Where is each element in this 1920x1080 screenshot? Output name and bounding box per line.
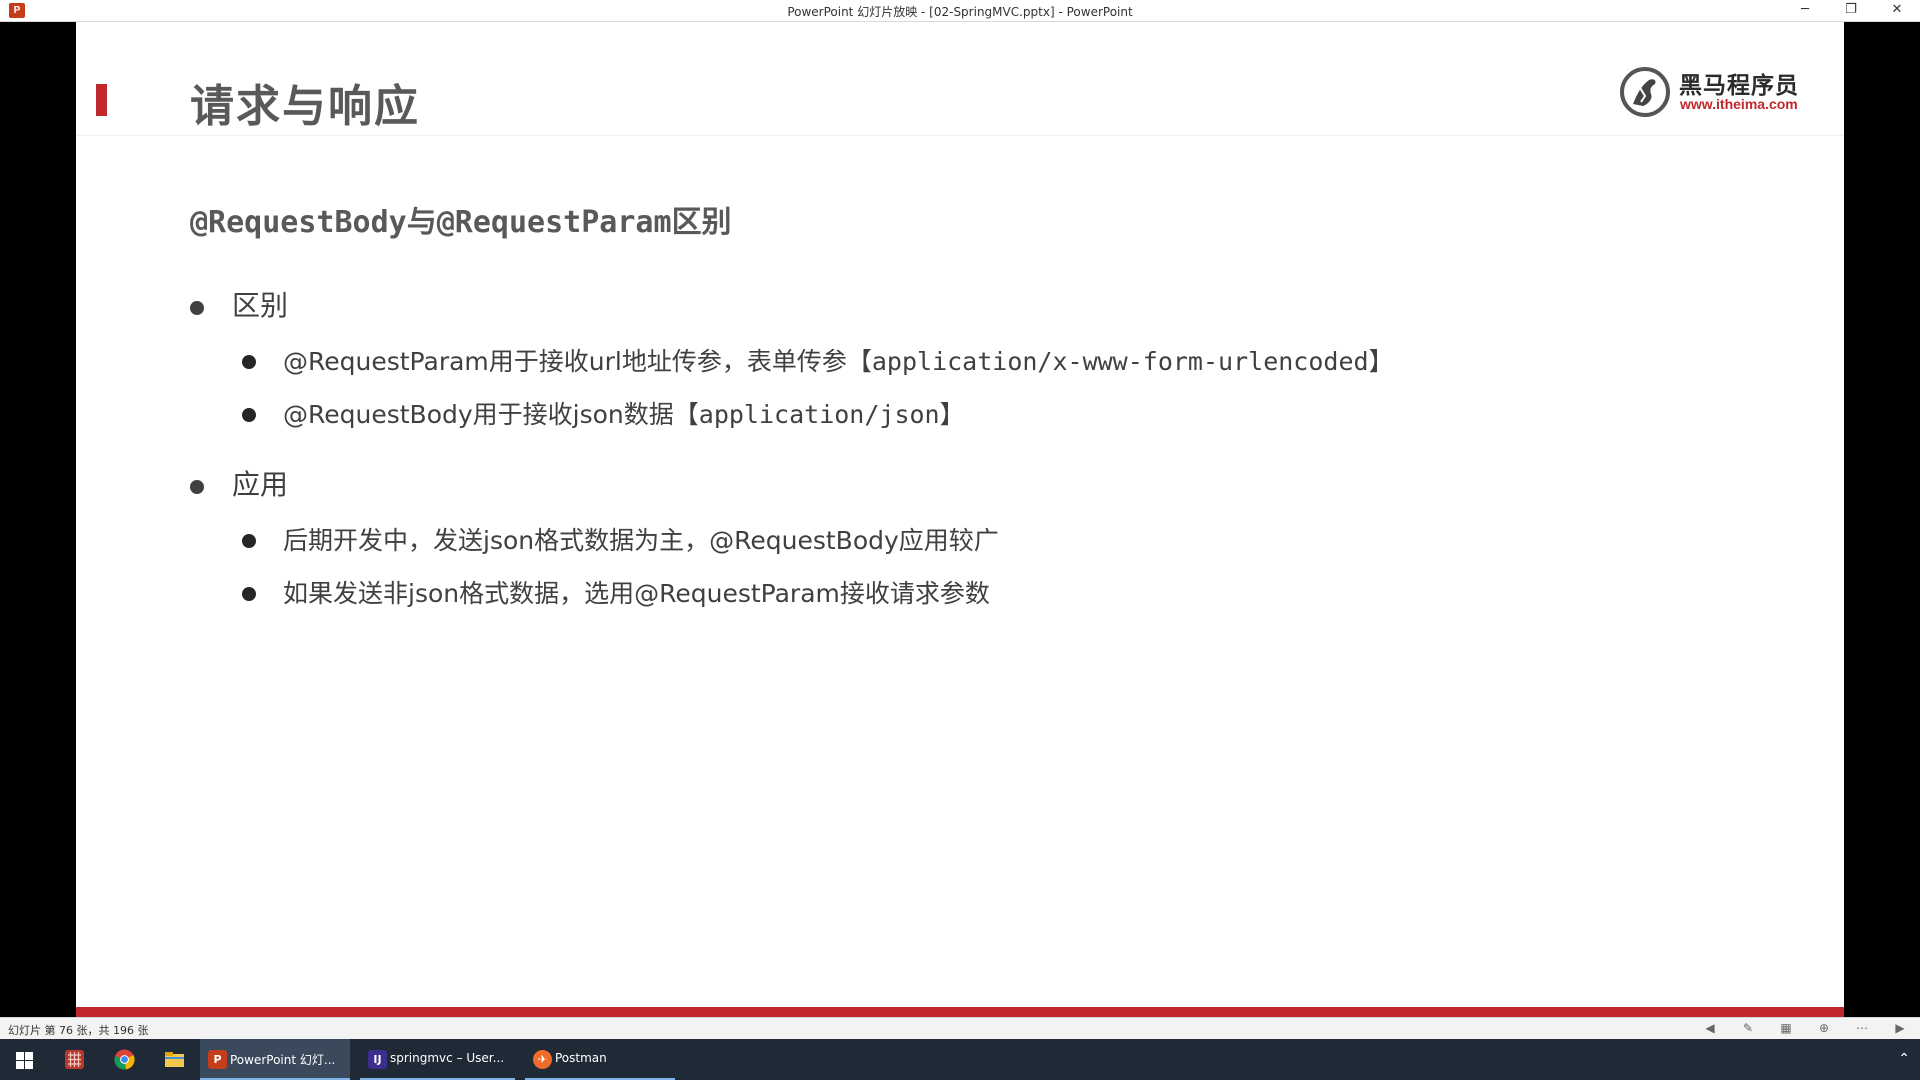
- bullet-text: @RequestParam用于接收url地址传参，表单传参【: [283, 347, 872, 376]
- logo-url: www.itheima.com: [1680, 96, 1798, 112]
- bullet-heading-application: 应用: [190, 456, 1790, 514]
- slide-subtitle: @RequestBody与@RequestParam区别: [190, 197, 732, 241]
- logo-name: 黑马程序员: [1679, 73, 1799, 99]
- taskbar-app-powerpoint[interactable]: P PowerPoint 幻灯...: [200, 1039, 350, 1080]
- next-icon[interactable]: ▶: [1892, 1021, 1908, 1035]
- close-button[interactable]: ✕: [1874, 0, 1920, 22]
- bullet-text: @RequestBody用于接收json数据【: [283, 400, 699, 429]
- see-all-slides-icon[interactable]: ▦: [1778, 1021, 1794, 1035]
- title-accent-bar: [96, 84, 107, 116]
- powerpoint-icon: P: [208, 1050, 227, 1069]
- bullet-item: 如果发送非json格式数据，选用@RequestParam接收请求参数: [190, 567, 1790, 620]
- minimize-button[interactable]: ─: [1782, 0, 1828, 22]
- taskbar-app-intellij[interactable]: IJ springmvc – User...: [360, 1039, 515, 1080]
- slide-footer-bar: [76, 1007, 1844, 1017]
- subtitle-part: 与: [406, 205, 437, 240]
- subtitle-part: @RequestParam: [436, 205, 672, 240]
- window-titlebar: P PowerPoint 幻灯片放映 - [02-SpringMVC.pptx]…: [0, 0, 1920, 22]
- subtitle-part: 区别: [671, 205, 732, 240]
- taskbar-app-label: springmvc – User...: [390, 1051, 505, 1065]
- bullet-text: 】: [1368, 347, 1394, 376]
- zoom-icon[interactable]: ⊕: [1816, 1021, 1832, 1035]
- app-grid-icon[interactable]: [50, 1039, 98, 1080]
- bullet-code: application/x-www-form-urlencoded: [871, 347, 1369, 376]
- chrome-icon[interactable]: [100, 1039, 148, 1080]
- pen-icon[interactable]: ✎: [1740, 1021, 1756, 1035]
- bullet-code: application/json: [698, 400, 940, 429]
- slide-canvas[interactable]: 请求与响应 黑马程序员 www.itheima.com @RequestBody…: [76, 22, 1844, 1017]
- bullet-item: @RequestBody用于接收json数据【application/json】: [190, 388, 1790, 441]
- options-icon[interactable]: ⋯: [1854, 1021, 1870, 1035]
- previous-icon[interactable]: ◀: [1702, 1021, 1718, 1035]
- statusbar: 幻灯片 第 76 张，共 196 张 ◀ ✎ ▦ ⊕ ⋯ ▶: [0, 1017, 1920, 1039]
- restore-button[interactable]: ❐: [1828, 0, 1874, 22]
- bullet-item: @RequestParam用于接收url地址传参，表单传参【applicatio…: [190, 335, 1790, 388]
- bullet-item: 后期开发中，发送json格式数据为主，@RequestBody应用较广: [190, 514, 1790, 567]
- itheima-logo: 黑马程序员 www.itheima.com: [1619, 62, 1799, 118]
- bullet-list: 区别 @RequestParam用于接收url地址传参，表单传参【applica…: [190, 277, 1790, 620]
- file-explorer-icon[interactable]: [150, 1039, 198, 1080]
- windows-start-icon[interactable]: [0, 1039, 48, 1080]
- taskbar-app-postman[interactable]: ✈ Postman: [525, 1039, 675, 1080]
- slide-title: 请求与响应: [190, 81, 420, 132]
- title-divider: [76, 135, 1844, 136]
- subtitle-part: @RequestBody: [190, 205, 407, 240]
- taskbar: P PowerPoint 幻灯... IJ springmvc – User..…: [0, 1039, 1920, 1080]
- bullet-text: 】: [939, 400, 965, 429]
- intellij-icon: IJ: [368, 1050, 387, 1069]
- taskbar-app-label: PowerPoint 幻灯...: [230, 1053, 336, 1067]
- bullet-heading-difference: 区别: [190, 277, 1790, 335]
- window-title: PowerPoint 幻灯片放映 - [02-SpringMVC.pptx] -…: [787, 5, 1133, 19]
- slideshow-controls: ◀ ✎ ▦ ⊕ ⋯ ▶: [1702, 1021, 1908, 1037]
- taskbar-app-label: Postman: [555, 1051, 607, 1065]
- slide-counter: 幻灯片 第 76 张，共 196 张: [8, 1024, 149, 1037]
- postman-icon: ✈: [533, 1050, 552, 1069]
- tray-chevron-up-icon[interactable]: ⌃: [1898, 1051, 1910, 1067]
- horse-logo-icon: [1620, 67, 1670, 117]
